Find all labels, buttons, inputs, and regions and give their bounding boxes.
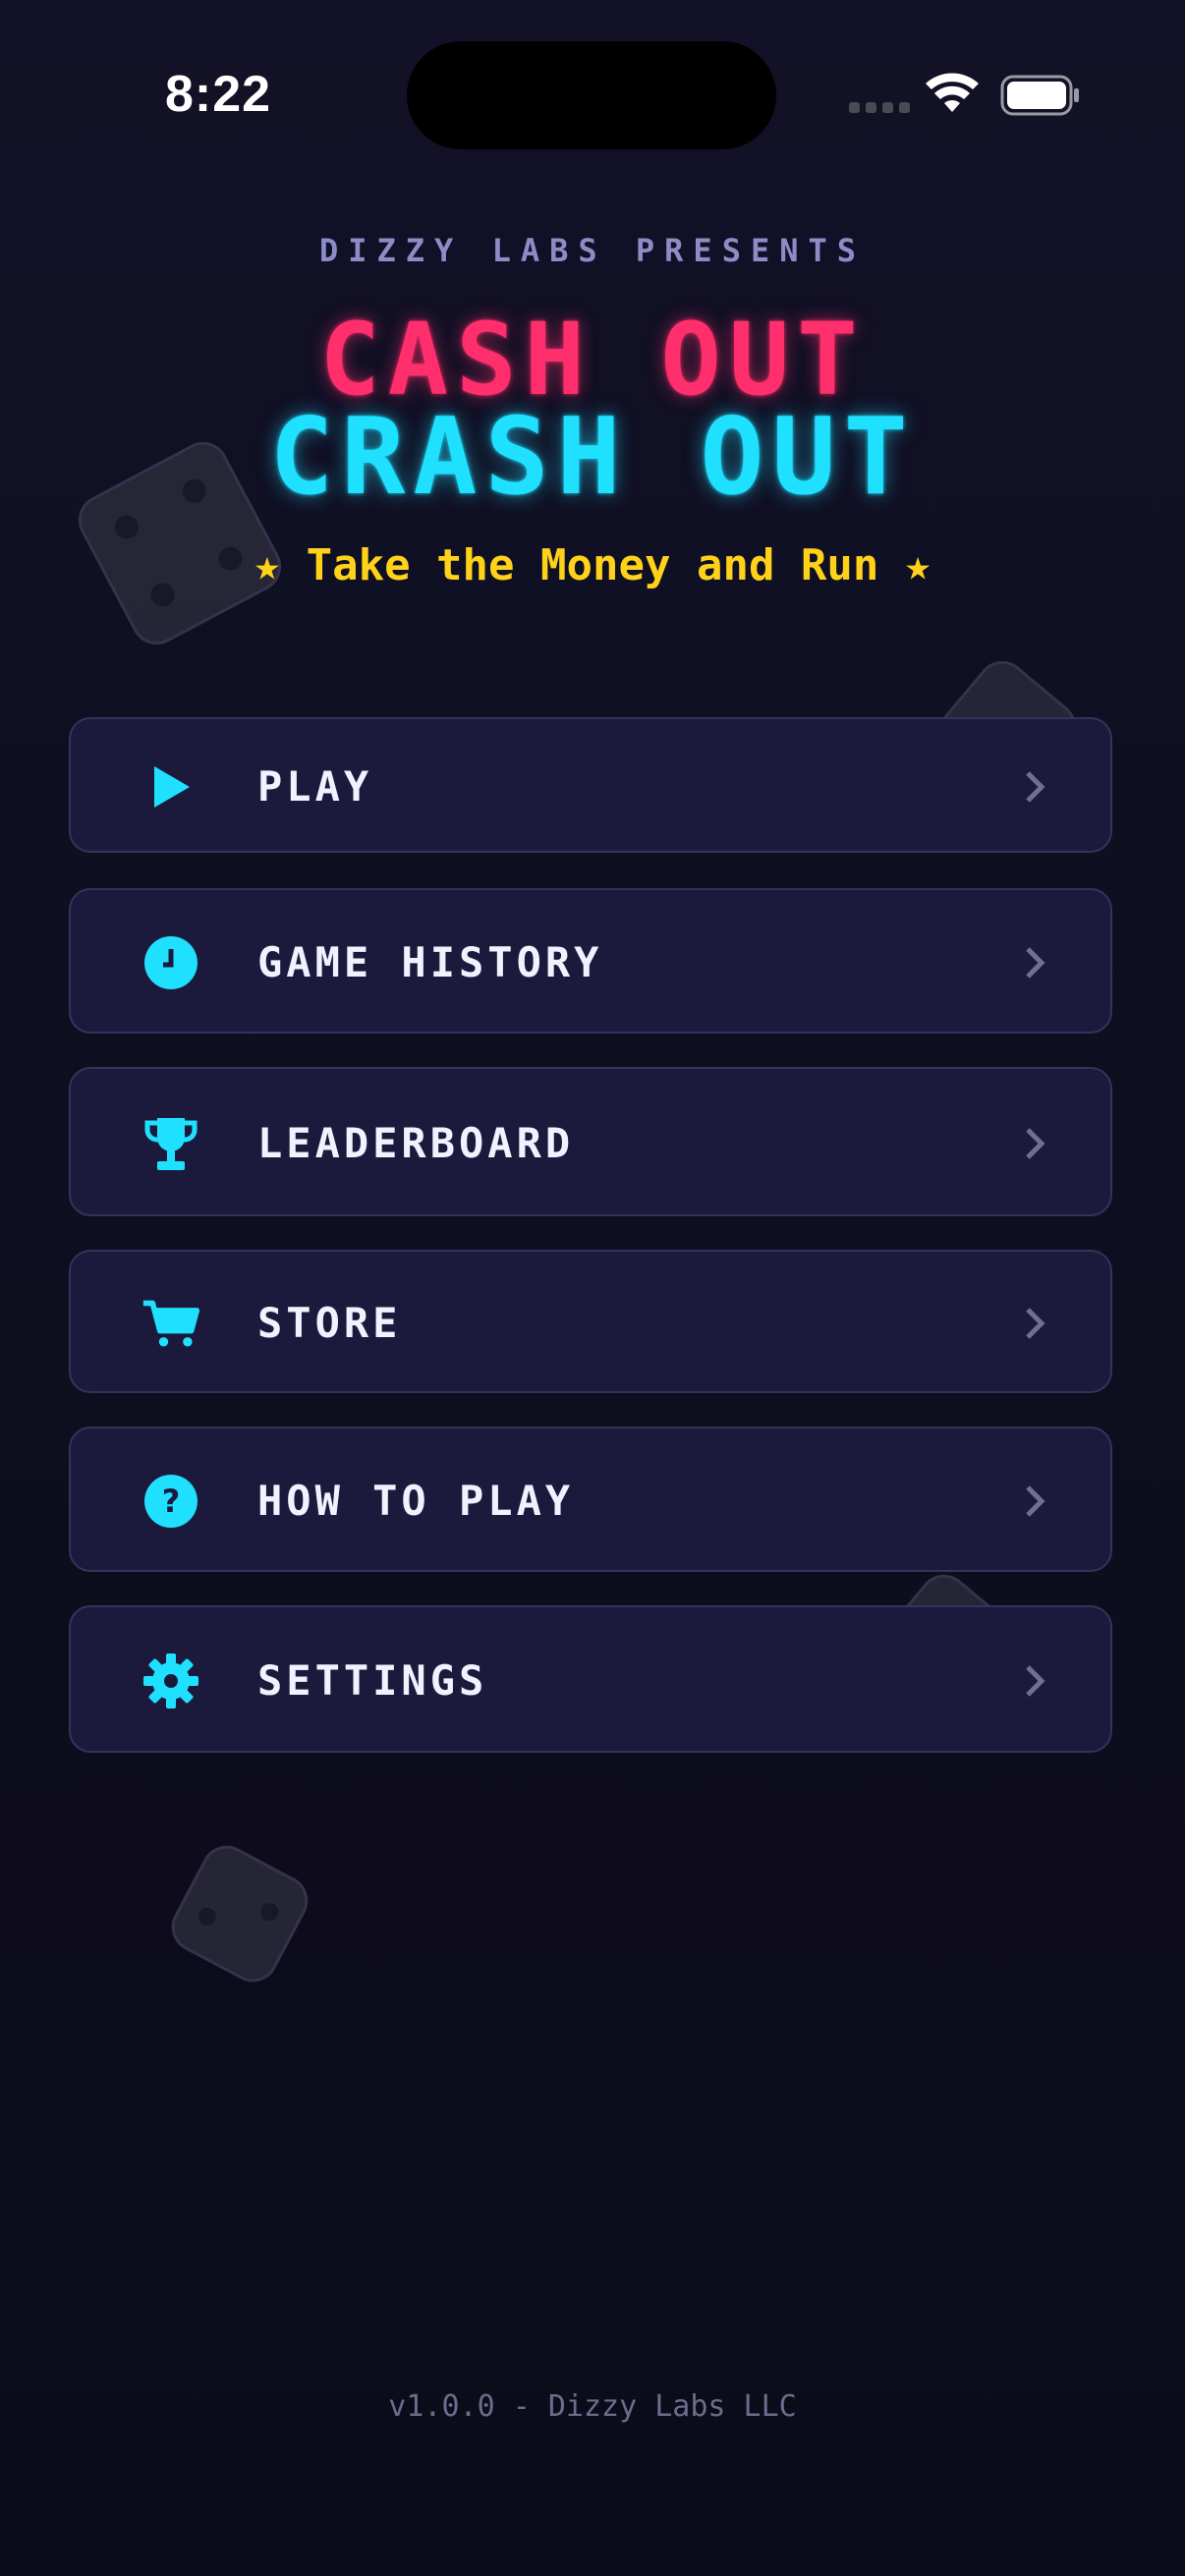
menu-item-label: SETTINGS — [257, 1656, 488, 1705]
chevron-right-icon — [1026, 1128, 1045, 1159]
play-icon — [141, 757, 200, 816]
dynamic-island — [407, 41, 776, 149]
menu-store-button[interactable]: STORE — [69, 1250, 1112, 1393]
chevron-right-icon — [1026, 1665, 1045, 1697]
version-footer: v1.0.0 - Dizzy Labs LLC — [388, 2389, 797, 2424]
menu-item-label: HOW TO PLAY — [257, 1477, 575, 1525]
clock-icon — [141, 933, 200, 992]
tagline: ★ Take the Money and Run ★ — [254, 540, 931, 590]
menu-item-label: GAME HISTORY — [257, 938, 603, 986]
title-line-2: CRASH OUT — [269, 396, 916, 519]
menu-item-label: LEADERBOARD — [257, 1119, 575, 1167]
gear-icon — [141, 1652, 200, 1710]
status-time: 8:22 — [165, 66, 272, 123]
dice-decoration — [162, 1836, 317, 1991]
chevron-right-icon — [1026, 1308, 1045, 1339]
battery-icon — [1000, 75, 1079, 116]
menu-settings-button[interactable]: SETTINGS — [69, 1605, 1112, 1753]
menu-item-label: STORE — [257, 1299, 402, 1347]
menu-game-history-button[interactable]: GAME HISTORY — [69, 888, 1112, 1034]
question-icon: ? — [141, 1472, 200, 1531]
menu-play-button[interactable]: PLAY — [69, 717, 1112, 853]
status-bar: 8:22 — [0, 0, 1185, 196]
trophy-icon — [141, 1114, 200, 1173]
cart-icon — [141, 1294, 200, 1353]
chevron-right-icon — [1026, 947, 1045, 979]
menu-leaderboard-button[interactable]: LEADERBOARD — [69, 1067, 1112, 1216]
cellular-signal-icon — [849, 102, 910, 113]
menu-how-to-play-button[interactable]: ? HOW TO PLAY — [69, 1427, 1112, 1572]
presents-label: DIZZY LABS PRESENTS — [318, 232, 867, 269]
chevron-right-icon — [1026, 1485, 1045, 1517]
menu-item-label: PLAY — [257, 762, 373, 811]
svg-text:?: ? — [162, 1483, 181, 1520]
chevron-right-icon — [1026, 771, 1045, 803]
wifi-icon — [926, 73, 979, 112]
